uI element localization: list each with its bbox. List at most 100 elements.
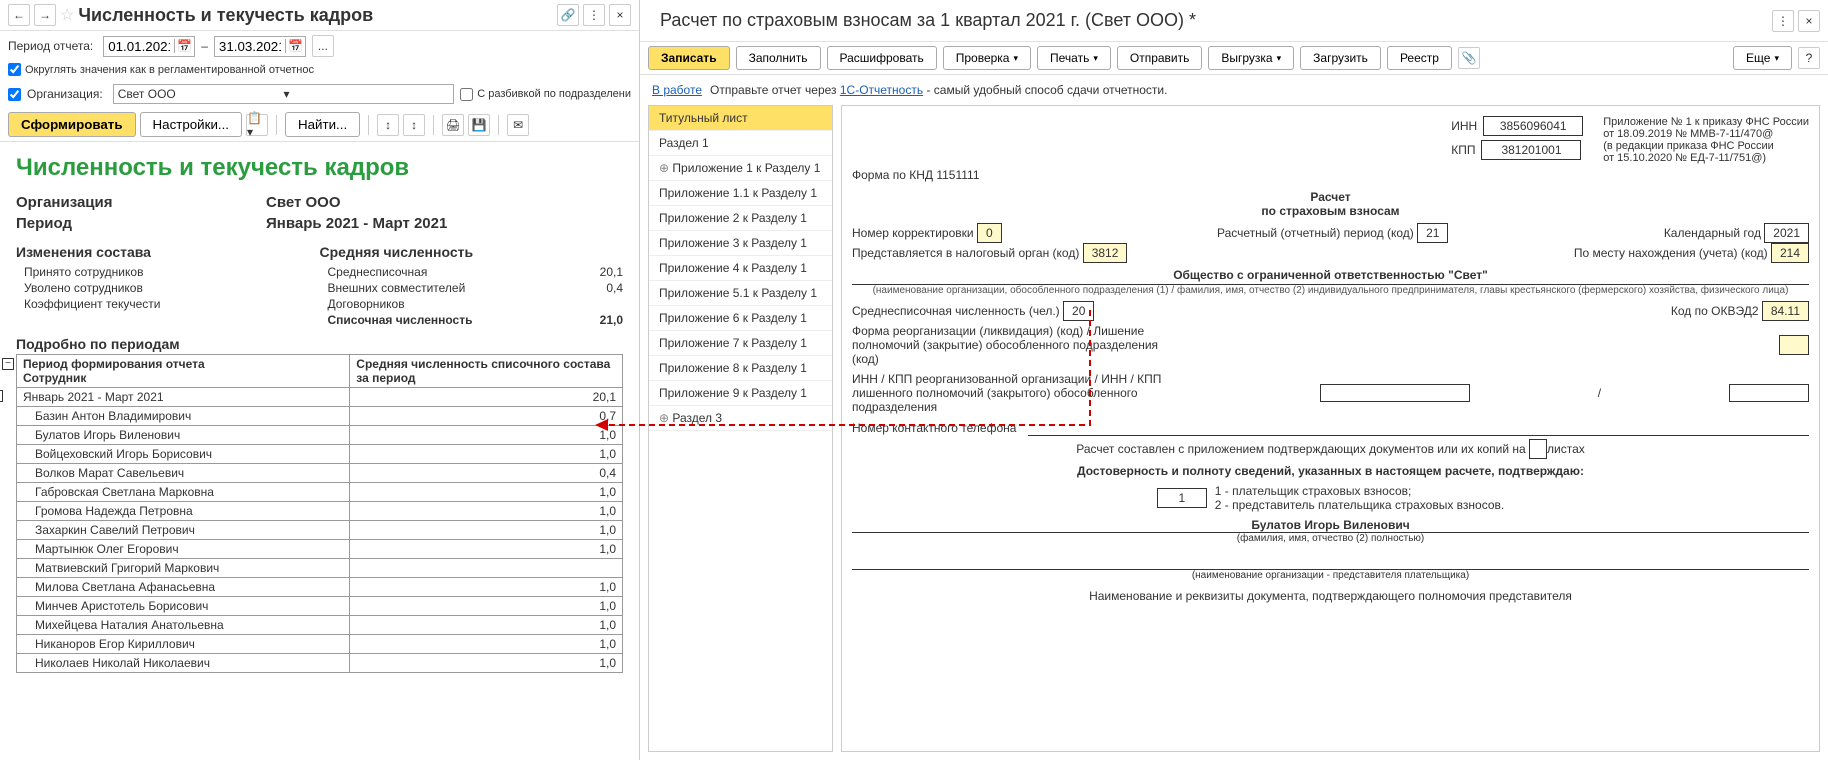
reorg-inn-field[interactable]	[1320, 384, 1470, 402]
copy-icon[interactable]: 📋▾	[246, 114, 268, 136]
settings-button[interactable]: Настройки...	[140, 112, 242, 137]
more-icon[interactable]: ⋮	[583, 4, 605, 26]
period-code-field[interactable]: 21	[1417, 223, 1448, 243]
table-row[interactable]: Булатов Игорь Виленович1,0	[17, 426, 623, 445]
round-label: Округлять значения как в регламентирован…	[25, 64, 314, 76]
nav-item[interactable]: Раздел 1	[649, 131, 832, 156]
check-button[interactable]: Проверка	[943, 46, 1031, 70]
nav-item[interactable]: Раздел 3	[649, 406, 832, 431]
table-row[interactable]: Михейцева Наталия Анатольевна1,0	[17, 616, 623, 635]
load-button[interactable]: Загрузить	[1300, 46, 1381, 70]
more-button[interactable]: Еще	[1733, 46, 1792, 70]
breakdown-checkbox[interactable]	[460, 88, 473, 101]
save-icon[interactable]: 💾	[468, 114, 490, 136]
mail-icon[interactable]: ✉	[507, 114, 529, 136]
org-full-name: Общество с ограниченной ответственностью…	[852, 268, 1809, 285]
table-row[interactable]: Никаноров Егор Кириллович1,0	[17, 635, 623, 654]
close-icon[interactable]: ×	[1798, 10, 1820, 32]
date-to-group[interactable]: 📅	[214, 36, 306, 57]
nav-item[interactable]: Приложение 8 к Разделу 1	[649, 356, 832, 381]
date-from-input[interactable]	[104, 37, 174, 56]
nav-item[interactable]: Приложение 7 к Разделу 1	[649, 331, 832, 356]
decode-button[interactable]: Расшифровать	[827, 46, 937, 70]
okved-field[interactable]: 84.11	[1762, 301, 1809, 321]
export-button[interactable]: Выгрузка	[1208, 46, 1294, 70]
signer-name: Булатов Игорь Виленович	[852, 518, 1809, 533]
attach-icon[interactable]: 📎	[1458, 47, 1480, 69]
nav-item[interactable]: Приложение 3 к Разделу 1	[649, 231, 832, 256]
table-row[interactable]: Матвиевский Григорий Маркович	[17, 559, 623, 578]
favorite-icon[interactable]: ☆	[60, 5, 74, 25]
print-icon[interactable]: 🖨	[442, 114, 464, 136]
org-checkbox[interactable]	[8, 88, 21, 101]
back-button[interactable]: ←	[8, 4, 30, 26]
registry-button[interactable]: Реестр	[1387, 46, 1452, 70]
close-icon[interactable]: ×	[609, 4, 631, 26]
nav-item[interactable]: Приложение 5.1 к Разделу 1	[649, 281, 832, 306]
org-select[interactable]: Свет ООО ▾	[113, 84, 454, 104]
org-meta-value: Свет ООО	[266, 194, 341, 211]
period-meta-value: Январь 2021 - Март 2021	[266, 215, 447, 232]
changes-section: Изменения состава	[16, 244, 320, 260]
phone-field[interactable]	[1028, 420, 1809, 436]
print-button[interactable]: Печать	[1037, 46, 1111, 70]
avg-section: Средняя численность	[320, 244, 624, 260]
period-more-button[interactable]: ...	[312, 35, 334, 57]
nav-item[interactable]: Приложение 1.1 к Разделу 1	[649, 181, 832, 206]
sort-desc-icon[interactable]: ↕	[403, 114, 425, 136]
table-row[interactable]: Минчев Аристотель Борисович1,0	[17, 597, 623, 616]
calendar-icon[interactable]: 📅	[285, 39, 305, 53]
table-row[interactable]: Базин Антон Владимирович0,7	[17, 407, 623, 426]
tree-collapse-icon[interactable]: −	[2, 358, 14, 370]
send-button[interactable]: Отправить	[1117, 46, 1203, 70]
nav-item[interactable]: Приложение 6 к Разделу 1	[649, 306, 832, 331]
round-checkbox[interactable]	[8, 63, 21, 76]
sort-asc-icon[interactable]: ↕	[377, 114, 399, 136]
inn-field[interactable]: 3856096041	[1483, 116, 1583, 136]
tree-collapse-icon[interactable]: −	[0, 390, 3, 402]
kpp-field[interactable]: 381201001	[1481, 140, 1581, 160]
knd-label: Форма по КНД 1151111	[852, 168, 1809, 182]
report-title: Численность и текучесть кадров	[16, 154, 623, 182]
link-icon[interactable]: 🔗	[557, 4, 579, 26]
nav-item[interactable]: Приложение 9 к Разделу 1	[649, 381, 832, 406]
table-row[interactable]: Громова Надежда Петровна1,0	[17, 502, 623, 521]
table-row[interactable]: Николаев Николай Николаевич1,0	[17, 654, 623, 673]
write-button[interactable]: Записать	[648, 46, 730, 70]
calendar-icon[interactable]: 📅	[174, 39, 194, 53]
reorg-kpp-field[interactable]	[1729, 384, 1809, 402]
help-icon[interactable]: ?	[1798, 47, 1820, 69]
table-row[interactable]: Милова Светлана Афанасьевна1,0	[17, 578, 623, 597]
fill-button[interactable]: Заполнить	[736, 46, 821, 70]
table-row[interactable]: Захаркин Савелий Петрович1,0	[17, 521, 623, 540]
date-to-input[interactable]	[215, 37, 285, 56]
chevron-down-icon[interactable]: ▾	[279, 87, 449, 101]
table-row[interactable]: Волков Марат Савельевич0,4	[17, 464, 623, 483]
date-from-group[interactable]: 📅	[103, 36, 195, 57]
table-row[interactable]: Габровская Светлана Марковна1,0	[17, 483, 623, 502]
avg-count-field[interactable]: 20	[1063, 301, 1094, 321]
payer-code-field[interactable]: 1	[1157, 488, 1207, 508]
org-label: Организация:	[27, 87, 103, 101]
year-field[interactable]: 2021	[1764, 223, 1809, 243]
tax-field[interactable]: 3812	[1083, 243, 1128, 263]
table-row[interactable]: Войцеховский Игорь Борисович1,0	[17, 445, 623, 464]
nav-item[interactable]: Приложение 4 к Разделу 1	[649, 256, 832, 281]
corr-field[interactable]: 0	[977, 223, 1002, 243]
form-button[interactable]: Сформировать	[8, 112, 136, 137]
rep-org-field[interactable]	[852, 554, 1809, 570]
left-title: Численность и текучесть кадров	[78, 5, 553, 26]
status-link[interactable]: В работе	[652, 83, 702, 97]
nav-item[interactable]: Приложение 2 к Разделу 1	[649, 206, 832, 231]
reorg-code-field[interactable]	[1779, 335, 1809, 355]
find-button[interactable]: Найти...	[285, 112, 360, 137]
more-icon[interactable]: ⋮	[1772, 10, 1794, 32]
pages-field[interactable]	[1529, 439, 1547, 459]
forward-button[interactable]: →	[34, 4, 56, 26]
location-field[interactable]: 214	[1771, 243, 1809, 263]
status-link2[interactable]: 1С-Отчетность	[840, 83, 923, 97]
period-label: Период отчета:	[8, 39, 93, 53]
table-row[interactable]: Мартынюк Олег Егорович1,0	[17, 540, 623, 559]
nav-item[interactable]: Приложение 1 к Разделу 1	[649, 156, 832, 181]
nav-item[interactable]: Титульный лист	[649, 106, 832, 131]
